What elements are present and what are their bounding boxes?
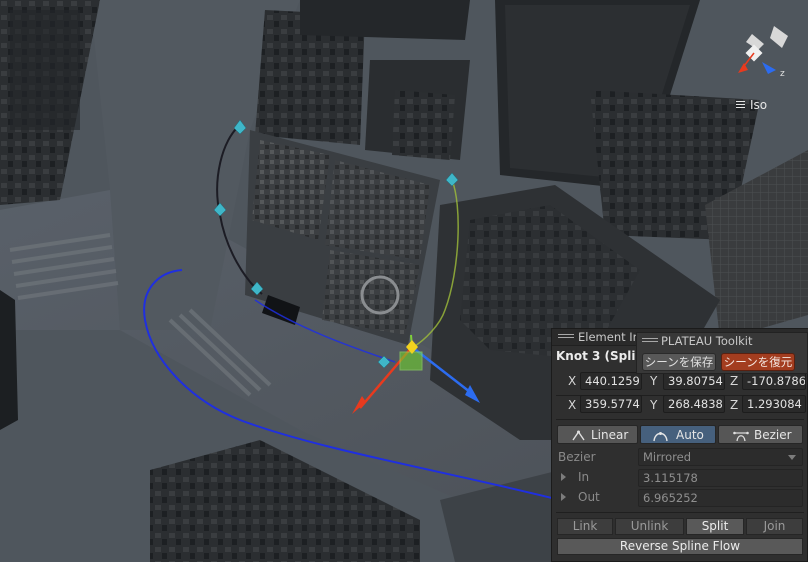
x-label: X — [568, 374, 577, 388]
auto-label: Auto — [676, 428, 704, 442]
position-z-field[interactable]: -170.8786 — [742, 372, 806, 390]
grip-icon[interactable] — [558, 334, 574, 340]
z-label: Z — [730, 398, 739, 412]
linear-label: Linear — [591, 428, 629, 442]
plateau-title: PLATEAU Toolkit — [661, 334, 753, 348]
plateau-toolkit-panel: PLATEAU Toolkit シーンを保存 シーンを復元 — [636, 332, 808, 374]
bezier-mode-button[interactable]: Bezier — [718, 425, 803, 444]
chevron-down-icon — [788, 455, 796, 460]
position-x-field[interactable]: 440.1259 — [580, 372, 642, 390]
plane-handle[interactable] — [399, 351, 423, 371]
linear-icon — [572, 430, 585, 441]
linear-mode-button[interactable]: Linear — [557, 425, 638, 444]
divider — [556, 512, 804, 513]
join-button[interactable]: Join — [746, 518, 803, 535]
building-roof — [322, 250, 420, 335]
building-roof — [10, 10, 80, 130]
gizmo-axis-label: z — [780, 69, 785, 79]
bezier-label: Bezier — [754, 428, 792, 442]
expand-in-icon[interactable] — [561, 473, 566, 481]
auto-curve-icon — [653, 432, 668, 442]
out-label: Out — [578, 490, 600, 504]
restore-scene-button[interactable]: シーンを復元 — [721, 353, 795, 371]
bezier-mode-dropdown[interactable]: Mirrored — [638, 448, 803, 466]
rotation-z-field[interactable]: 1.293084 — [742, 395, 806, 413]
in-tangent-field[interactable]: 3.115178 — [638, 469, 803, 487]
x-label: X — [568, 398, 577, 412]
in-label: In — [578, 470, 590, 484]
y-label: Y — [650, 374, 658, 388]
out-tangent-field[interactable]: 6.965252 — [638, 489, 803, 507]
expand-out-icon[interactable] — [561, 493, 566, 501]
bezier-mode-value: Mirrored — [643, 450, 692, 464]
auto-mode-button[interactable]: Auto — [640, 425, 716, 444]
bezier-mode-label: Bezier — [558, 450, 596, 464]
gizmo-cone-y[interactable] — [770, 26, 788, 48]
split-button[interactable]: Split — [686, 518, 744, 535]
y-label: Y — [650, 398, 658, 412]
z-label: Z — [730, 374, 739, 388]
rotation-x-field[interactable]: 359.5774 — [580, 395, 642, 413]
grip-icon[interactable] — [642, 338, 658, 344]
building — [300, 0, 470, 40]
bezier-icon — [733, 431, 749, 442]
save-scene-button[interactable]: シーンを保存 — [642, 353, 716, 371]
position-y-field[interactable]: 39.80754 — [663, 372, 725, 390]
projection-menu-icon[interactable] — [736, 101, 746, 110]
unlink-button[interactable]: Unlink — [615, 518, 684, 535]
rotation-y-field[interactable]: 268.4838 — [663, 395, 725, 413]
divider — [556, 419, 804, 420]
reverse-spline-flow-button[interactable]: Reverse Spline Flow — [557, 538, 803, 555]
gizmo-z-cone[interactable] — [762, 62, 776, 74]
link-button[interactable]: Link — [557, 518, 613, 535]
building-roof — [392, 90, 455, 160]
projection-label[interactable]: Iso — [750, 98, 767, 112]
